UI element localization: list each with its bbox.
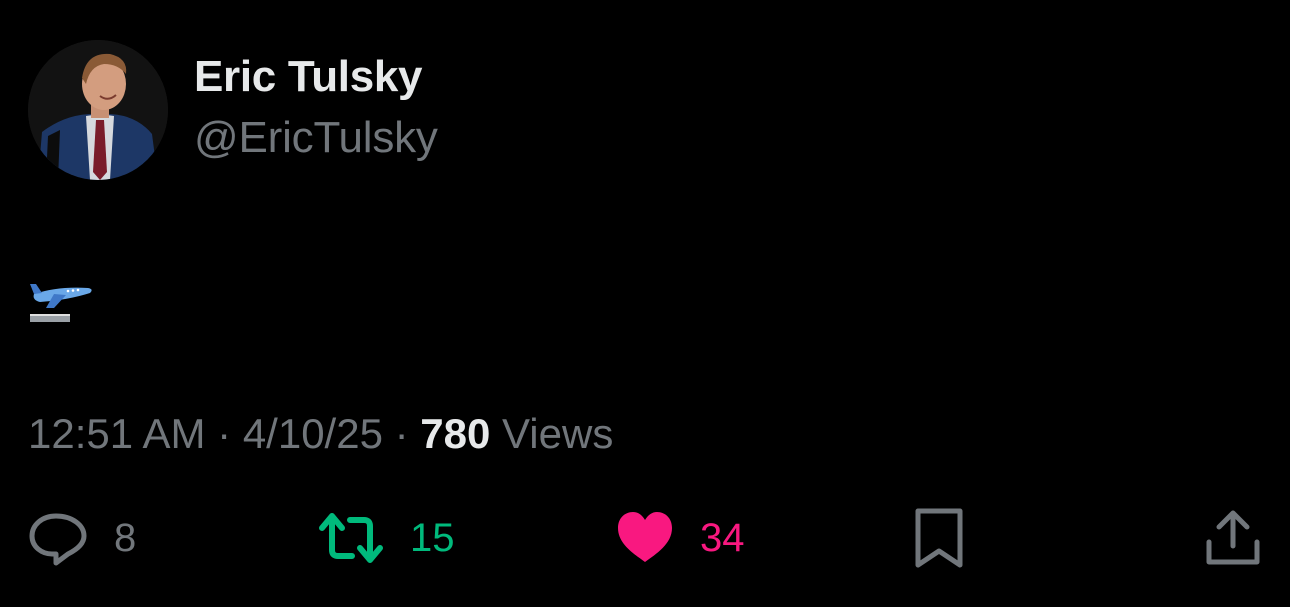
reply-count: 8 (114, 515, 137, 560)
tweet-card: Eric Tulsky @EricTulsky 12:51 AM · 4/10/… (0, 0, 1290, 607)
reply-button[interactable]: 8 (28, 506, 136, 570)
share-button[interactable] (1204, 506, 1262, 570)
share-icon (1206, 510, 1260, 565)
retweet-button[interactable]: 15 (318, 506, 455, 570)
retweet-icon (319, 513, 383, 563)
airplane-departure-emoji-icon (28, 278, 94, 328)
bookmark-icon (915, 508, 963, 568)
profile-photo-icon (28, 40, 168, 180)
author-handle[interactable]: @EricTulsky (194, 113, 438, 163)
views-count: 780 (420, 410, 491, 457)
retweet-count: 15 (410, 515, 455, 560)
post-meta: 12:51 AM · 4/10/25 · 780 Views (28, 410, 613, 458)
author-avatar[interactable] (28, 40, 168, 180)
views-label: Views (502, 410, 614, 457)
bookmark-button[interactable] (912, 506, 966, 570)
reply-icon (29, 513, 87, 566)
post-date[interactable]: 4/10/25 (243, 410, 383, 457)
heart-icon (618, 512, 672, 562)
post-time[interactable]: 12:51 AM (28, 410, 205, 457)
like-button[interactable]: 34 (616, 506, 745, 570)
like-count: 34 (700, 515, 745, 560)
meta-separator: · (217, 410, 232, 457)
meta-separator: · (394, 410, 409, 457)
author-display-name[interactable]: Eric Tulsky (194, 52, 423, 102)
